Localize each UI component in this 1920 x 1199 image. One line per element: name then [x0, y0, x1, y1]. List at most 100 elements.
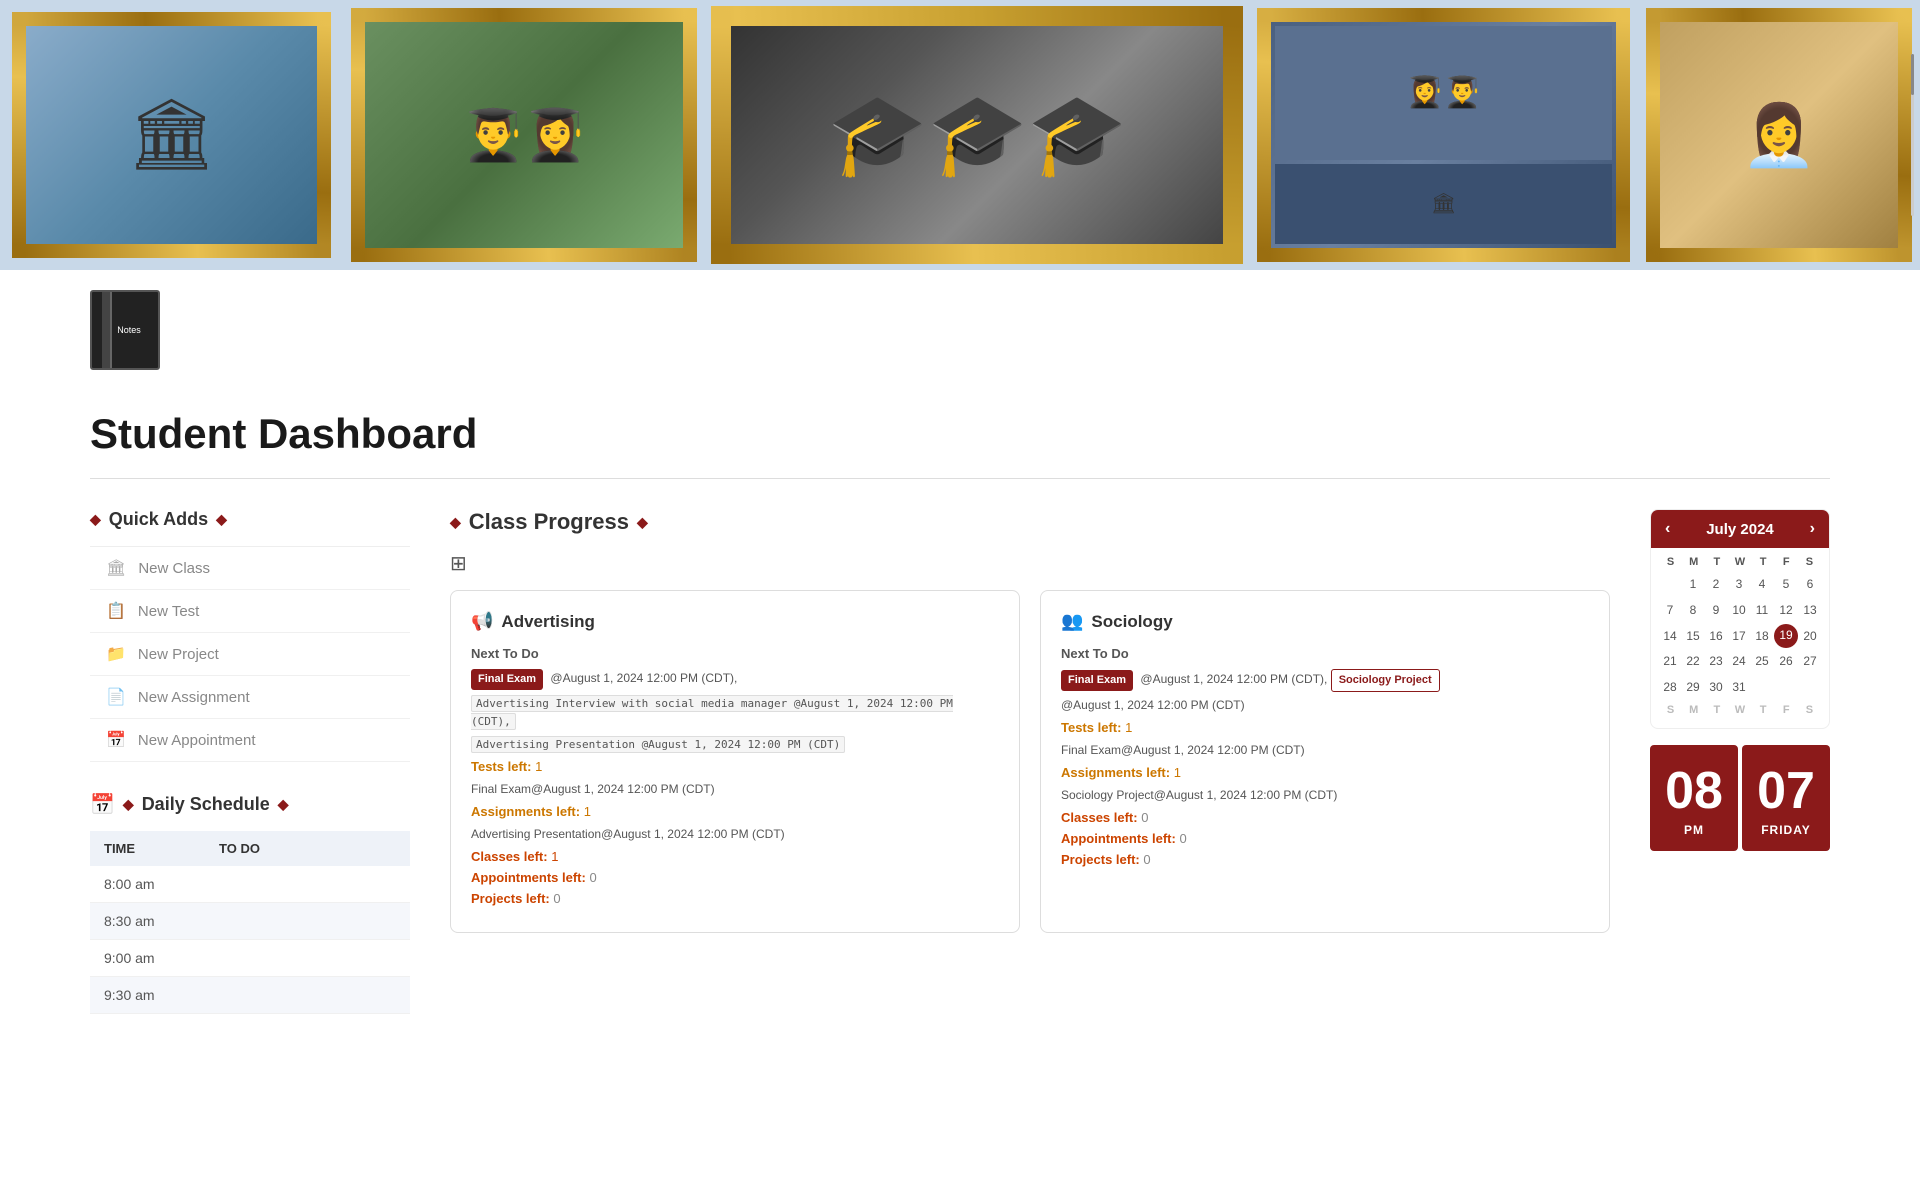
advertising-card: 📢 Advertising Next To Do Final Exam @Aug… [450, 590, 1020, 933]
sociology-badges-entry: Final Exam @August 1, 2024 12:00 PM (CDT… [1061, 669, 1589, 692]
cal-cell-16[interactable]: 16 [1705, 624, 1727, 649]
cal-cell-3[interactable]: 3 [1728, 572, 1750, 597]
calendar-next-button[interactable]: › [1810, 520, 1815, 538]
quick-add-new-assignment[interactable]: 📄 New Assignment [90, 676, 410, 719]
advertising-badge-date: @August 1, 2024 12:00 PM (CDT), [550, 671, 737, 685]
quick-add-new-project[interactable]: 📁 New Project [90, 633, 410, 676]
advertising-exam-line: Final Exam@August 1, 2024 12:00 PM (CDT) [471, 780, 999, 798]
cal-cell-31[interactable]: 31 [1728, 675, 1750, 700]
advertising-final-exam-entry: Final Exam @August 1, 2024 12:00 PM (CDT… [471, 669, 999, 690]
sociology-project-badge: Sociology Project [1331, 669, 1440, 692]
sociology-assignments-left: Assignments left: 1 [1061, 765, 1589, 780]
quick-add-new-appointment[interactable]: 📅 New Appointment [90, 719, 410, 762]
cal-cell-empty [1751, 675, 1773, 700]
time-column-header: TIME [90, 831, 205, 866]
cal-cell-19[interactable]: 19 [1774, 624, 1798, 648]
cal-cell-26[interactable]: 26 [1774, 649, 1798, 674]
cal-cell-empty [1774, 675, 1798, 700]
quick-adds-title: ◆ Quick Adds ◆ [90, 509, 410, 530]
cal-cell-7[interactable]: 7 [1659, 598, 1681, 623]
cal-cell-18[interactable]: 18 [1751, 624, 1773, 649]
calendar-cells: 1234567891011121314151617181920212223242… [1659, 572, 1821, 700]
new-test-label: New Test [138, 603, 199, 620]
cal-cell-11[interactable]: 11 [1751, 598, 1773, 623]
cal-day-f: F [1775, 556, 1798, 568]
cal-cell-20[interactable]: 20 [1799, 624, 1821, 649]
class-progress-label: Class Progress [469, 509, 629, 535]
cal-cell-4[interactable]: 4 [1751, 572, 1773, 597]
cal-cell-28[interactable]: 28 [1659, 675, 1681, 700]
clock-minutes-segment: 07 FRIDAY [1742, 745, 1830, 851]
cal-cell-1[interactable]: 1 [1682, 572, 1704, 597]
cal-cell-14[interactable]: 14 [1659, 624, 1681, 649]
sociology-badge-date: @August 1, 2024 12:00 PM (CDT), [1140, 672, 1327, 686]
schedule-todo-2 [205, 940, 410, 977]
cal-cell-9[interactable]: 9 [1705, 598, 1727, 623]
cal-cell-29[interactable]: 29 [1682, 675, 1704, 700]
cal-cell-27[interactable]: 27 [1799, 649, 1821, 674]
cal-cell-25[interactable]: 25 [1751, 649, 1773, 674]
cal-cell-6[interactable]: 6 [1799, 572, 1821, 597]
clock-minutes: 07 [1757, 765, 1815, 817]
right-panel: ‹ July 2024 › S M T W T F S 123456789101… [1650, 509, 1830, 1014]
title-area: Notes [0, 270, 1920, 380]
advertising-presentation-text: Advertising Presentation @August 1, 2024… [471, 736, 845, 753]
cal-cell-24[interactable]: 24 [1728, 649, 1750, 674]
cal-cell-12[interactable]: 12 [1774, 598, 1798, 623]
sociology-appointments-label: Appointments left: [1061, 831, 1176, 846]
advertising-final-exam-badge: Final Exam [471, 669, 543, 690]
cal-cell-13[interactable]: 13 [1799, 598, 1821, 623]
sociology-tests-value: 1 [1125, 720, 1132, 735]
grid-view-icon[interactable]: ⊞ [450, 551, 467, 576]
cal-cell-10[interactable]: 10 [1728, 598, 1750, 623]
advertising-icon: 📢 [471, 611, 493, 632]
title-divider [90, 478, 1830, 479]
notebook-icon: Notes [90, 290, 160, 370]
schedule-todo-1 [205, 903, 410, 940]
new-appointment-icon: 📅 [106, 730, 126, 750]
sociology-assignment-line: Sociology Project@August 1, 2024 12:00 P… [1061, 786, 1589, 804]
sociology-classes-value: 0 [1141, 810, 1148, 825]
new-test-icon: 📋 [106, 601, 126, 621]
cal-cell-8[interactable]: 8 [1682, 598, 1704, 623]
schedule-todo-3 [205, 977, 410, 1014]
cal-cell-5[interactable]: 5 [1774, 572, 1798, 597]
clock-day: FRIDAY [1761, 823, 1811, 837]
cal-cell-23[interactable]: 23 [1705, 649, 1727, 674]
sociology-icon: 👥 [1061, 611, 1083, 632]
cal-cell-empty [1799, 675, 1821, 700]
advertising-assignments-left: Assignments left: 1 [471, 804, 999, 819]
schedule-time-3: 9:30 am [90, 977, 205, 1014]
calendar-header: ‹ July 2024 › [1651, 510, 1829, 548]
quick-add-new-class[interactable]: 🏛 New Class [90, 547, 410, 590]
sociology-appointments-value: 0 [1179, 831, 1186, 846]
cal-cell-30[interactable]: 30 [1705, 675, 1727, 700]
new-class-label: New Class [138, 560, 210, 577]
quick-adds-label: Quick Adds [109, 509, 208, 530]
cal-day-m: M [1682, 556, 1705, 568]
advertising-title: 📢 Advertising [471, 611, 999, 632]
calendar-footer-days: SMTWTFS [1659, 704, 1821, 716]
cal-day-t2: T [1752, 556, 1775, 568]
cal-day-s1: S [1659, 556, 1682, 568]
class-progress-header: ◆ Class Progress ◆ [450, 509, 1610, 535]
quick-add-new-test[interactable]: 📋 New Test [90, 590, 410, 633]
cal-cell-15[interactable]: 15 [1682, 624, 1704, 649]
cal-cell-17[interactable]: 17 [1728, 624, 1750, 649]
advertising-presentation-entry: Advertising Presentation @August 1, 2024… [471, 735, 999, 754]
advertising-projects-value: 0 [553, 891, 560, 906]
cal-cell-2[interactable]: 2 [1705, 572, 1727, 597]
sociology-appointments-left: Appointments left: 0 [1061, 831, 1589, 846]
advertising-next-todo-label: Next To Do [471, 646, 999, 661]
class-cards-grid: 📢 Advertising Next To Do Final Exam @Aug… [450, 590, 1610, 933]
new-appointment-label: New Appointment [138, 732, 256, 749]
cal-cell-21[interactable]: 21 [1659, 649, 1681, 674]
advertising-classes-label: Classes left: [471, 849, 548, 864]
sociology-projects-left: Projects left: 0 [1061, 852, 1589, 867]
calendar-grid: S M T W T F S 12345678910111213141516171… [1651, 548, 1829, 728]
calendar-prev-button[interactable]: ‹ [1665, 520, 1670, 538]
cal-day-s2: S [1798, 556, 1821, 568]
sociology-assignments-label: Assignments left: [1061, 765, 1170, 780]
cp-diamond-right: ◆ [637, 514, 648, 531]
cal-cell-22[interactable]: 22 [1682, 649, 1704, 674]
